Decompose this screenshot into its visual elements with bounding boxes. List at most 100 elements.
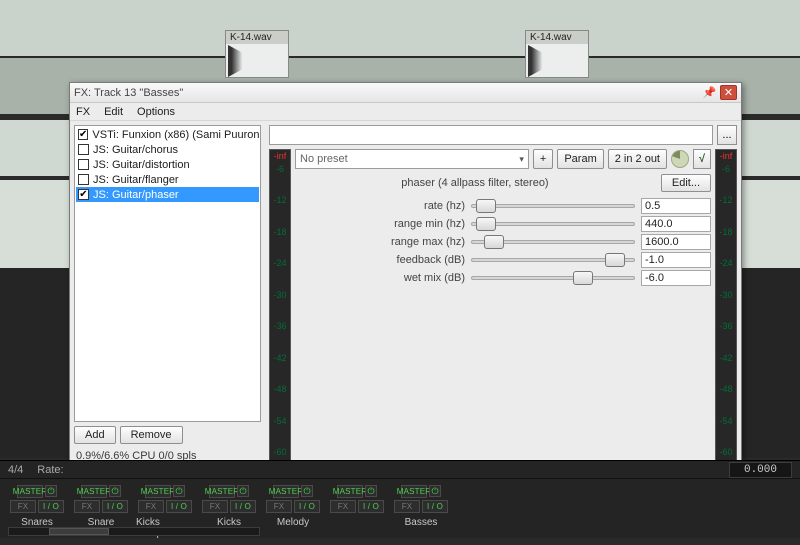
fx-chip[interactable]: FX [266,500,292,513]
param-value-field[interactable]: 0.5 [641,198,711,214]
fx-list-item[interactable]: ✔ VSTi: Funxion (x86) (Sami Puuron... [76,127,259,142]
power-icon[interactable]: ⏻ [109,485,121,497]
param-value-field[interactable]: 440.0 [641,216,711,232]
meter-tick: -18 [716,227,736,237]
pin-icon[interactable]: 📌 [701,85,718,100]
transport-info: 4/4 Rate: 0.000 [0,461,800,479]
io-chip[interactable]: I / O [102,500,128,513]
fx-left-pane: ✔VSTi: Funxion (x86) (Sami Puuron...JS: … [70,121,265,466]
master-send-chip[interactable]: MASTER [337,485,363,498]
fx-list-item[interactable]: JS: Guitar/flanger [76,172,259,187]
fx-chip[interactable]: FX [10,500,36,513]
slider-thumb[interactable] [476,199,496,213]
mixer-channel[interactable]: MASTER⏻FXI / OMelody [264,485,322,539]
meter-tick: -12 [716,195,736,205]
slider-thumb[interactable] [484,235,504,249]
fx-chip[interactable]: FX [138,500,164,513]
position-readout[interactable]: 0.000 [729,462,792,478]
fx-item-label: VSTi: Funxion (x86) (Sami Puuron... [92,129,259,141]
meter-tick: -48 [716,384,736,394]
add-preset-button[interactable]: + [533,149,553,169]
io-chip[interactable]: I / O [166,500,192,513]
slider-thumb[interactable] [573,271,593,285]
io-chip[interactable]: I / O [358,500,384,513]
param-button[interactable]: Param [557,149,603,169]
fx-chip[interactable]: FX [330,500,356,513]
fx-chip[interactable]: FX [394,500,420,513]
io-chip[interactable]: I / O [38,500,64,513]
fx-list-item[interactable]: ✔JS: Guitar/phaser [76,187,259,202]
edit-button[interactable]: Edit... [661,174,711,192]
menu-fx[interactable]: FX [76,106,90,118]
fx-chip[interactable]: FX [202,500,228,513]
slider-thumb[interactable] [476,217,496,231]
fx-enable-checkbox[interactable] [78,159,89,170]
fx-list-item[interactable]: JS: Guitar/distortion [76,157,259,172]
slider-thumb[interactable] [605,253,625,267]
power-icon[interactable]: ⏻ [237,485,249,497]
master-send-chip[interactable]: MASTER [145,485,171,498]
io-chip[interactable]: I / O [294,500,320,513]
io-chip[interactable]: I / O [422,500,448,513]
audio-clip[interactable]: K-14.wav [525,30,589,78]
power-icon[interactable]: ⏻ [301,485,313,497]
browse-button[interactable]: ... [717,125,737,145]
master-send-chip[interactable]: MASTER [209,485,235,498]
waveform-icon [528,45,546,77]
preset-select[interactable]: No preset [295,149,529,169]
fx-enable-checkbox[interactable] [78,174,89,185]
param-label: range min (hz) [295,218,465,230]
param-slider[interactable] [471,216,635,232]
meter-tick: -24 [270,258,290,268]
knob-icon[interactable] [671,150,689,168]
master-send-chip[interactable]: MASTER [401,485,427,498]
power-icon[interactable]: ⏻ [365,485,377,497]
mixer-channel[interactable]: MASTER⏻FXI / OBasses [392,485,450,539]
menu-options[interactable]: Options [137,106,175,118]
fx-enable-checkbox[interactable] [78,144,89,155]
fx-enable-checkbox[interactable]: ✔ [78,189,89,200]
master-send-chip[interactable]: MASTER [81,485,107,498]
power-icon[interactable]: ⏻ [173,485,185,497]
param-slider[interactable] [471,270,635,286]
power-icon[interactable]: ⏻ [429,485,441,497]
param-value-field[interactable]: -1.0 [641,252,711,268]
master-send-chip[interactable]: MASTER [273,485,299,498]
meter-tick: -30 [716,290,736,300]
fx-chip[interactable]: FX [74,500,100,513]
param-value-field[interactable]: -6.0 [641,270,711,286]
param-slider[interactable] [471,252,635,268]
fx-list-item[interactable]: JS: Guitar/chorus [76,142,259,157]
meter-tick: -24 [716,258,736,268]
power-icon[interactable]: ⏻ [45,485,57,497]
ui-toggle-button[interactable]: √ [693,149,711,169]
add-button[interactable]: Add [74,426,116,444]
fx-item-label: JS: Guitar/distortion [93,159,190,171]
param-slider[interactable] [471,198,635,214]
time-signature[interactable]: 4/4 [8,464,23,476]
mixer-channel[interactable]: MASTER⏻ FXI / O [328,485,386,539]
dialog-titlebar[interactable]: FX: Track 13 "Basses" 📌 ✕ [70,83,741,103]
scrollbar-thumb[interactable] [49,528,109,535]
io-button[interactable]: 2 in 2 out [608,149,667,169]
meter-tick: -12 [270,195,290,205]
waveform-icon [228,45,246,77]
audio-clip[interactable]: K-14.wav [225,30,289,78]
dialog-title: FX: Track 13 "Basses" [74,87,699,99]
fx-enable-checkbox[interactable]: ✔ [78,129,88,140]
remove-button[interactable]: Remove [120,426,183,444]
param-value-field[interactable]: 1600.0 [641,234,711,250]
fx-list[interactable]: ✔VSTi: Funxion (x86) (Sami Puuron...JS: … [74,125,261,422]
param-label: range max (hz) [295,236,465,248]
menu-edit[interactable]: Edit [104,106,123,118]
close-icon[interactable]: ✕ [720,85,737,100]
param-label: rate (hz) [295,200,465,212]
param-slider[interactable] [471,234,635,250]
comment-field[interactable] [269,125,713,145]
meter-inf: -inf [270,151,290,161]
mixer-scrollbar[interactable] [8,527,260,536]
io-chip[interactable]: I / O [230,500,256,513]
fx-description: phaser (4 allpass filter, stereo) [295,177,655,189]
master-send-chip[interactable]: MASTER [17,485,43,498]
meter-tick: -42 [270,353,290,363]
